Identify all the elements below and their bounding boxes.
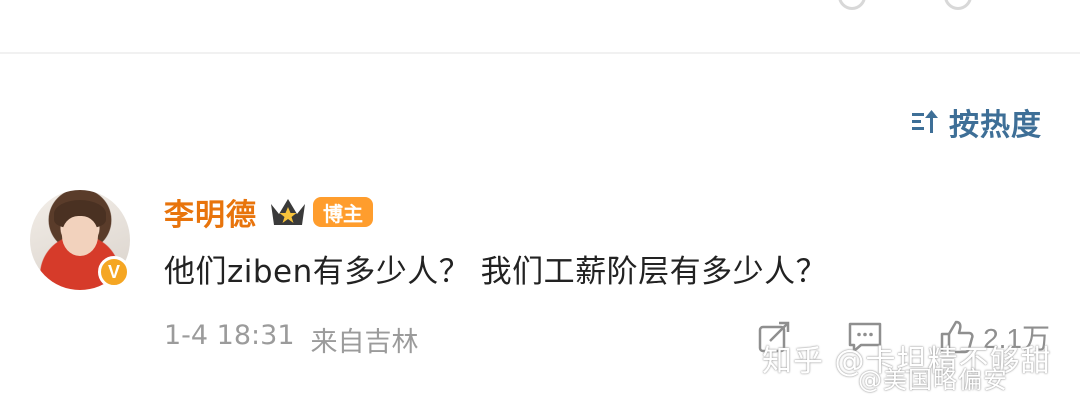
crown-icon bbox=[269, 196, 307, 228]
avatar-face bbox=[62, 216, 98, 256]
comment-meta: 1-4 18:31 来自吉林 bbox=[164, 320, 419, 359]
section-divider bbox=[0, 52, 1080, 54]
sort-by-hot-button[interactable]: 按热度 bbox=[911, 102, 1042, 143]
comment-header: 李明德 博主 bbox=[164, 190, 373, 234]
comment-text: 他们ziben有多少人？ 我们工薪阶层有多少人？ bbox=[164, 254, 828, 290]
top-strip bbox=[0, 0, 1080, 52]
comment-source: 来自吉林 bbox=[310, 327, 419, 358]
verified-badge: V bbox=[98, 256, 130, 288]
sort-icon bbox=[911, 109, 939, 135]
partial-icon bbox=[944, 0, 972, 10]
blogger-badge: 博主 bbox=[313, 197, 373, 227]
username[interactable]: 李明德 bbox=[164, 190, 257, 234]
partial-icon bbox=[838, 0, 866, 10]
weibo-watermark: @美国略偏安 bbox=[858, 366, 1008, 394]
comment-date: 1-4 18:31 bbox=[164, 320, 295, 351]
sort-label: 按热度 bbox=[949, 108, 1042, 143]
